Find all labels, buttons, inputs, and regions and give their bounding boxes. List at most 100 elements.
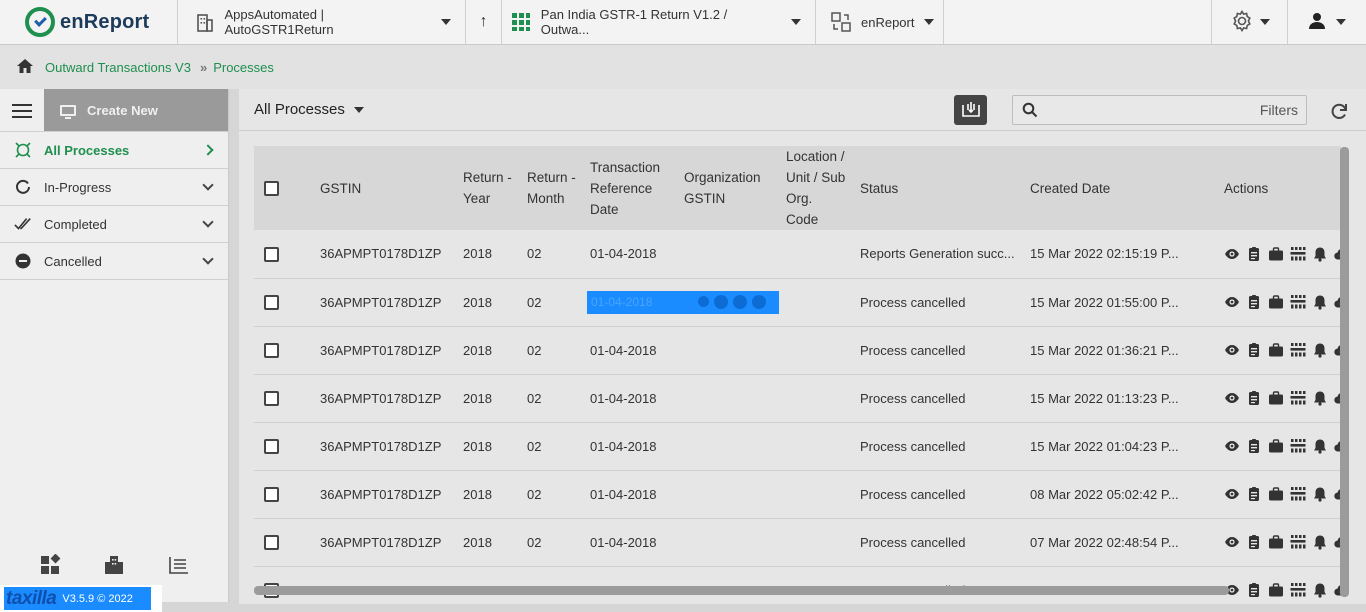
row-select-cell xyxy=(254,470,314,519)
hamburger-menu-icon[interactable] xyxy=(0,89,44,132)
clipboard-icon[interactable] xyxy=(1246,294,1262,310)
create-new-button[interactable]: Create New xyxy=(44,89,228,131)
row-checkbox[interactable] xyxy=(264,439,279,455)
row-checkbox[interactable] xyxy=(264,246,279,262)
workflow-icon[interactable] xyxy=(1290,390,1306,406)
workflow-icon[interactable] xyxy=(1290,534,1306,550)
row-checkbox[interactable] xyxy=(264,295,279,311)
bell-icon[interactable] xyxy=(1312,246,1328,262)
bell-icon[interactable] xyxy=(1312,486,1328,502)
cell-location xyxy=(780,230,854,279)
cell-actions xyxy=(1218,278,1341,327)
sidebar-item-cancelled[interactable]: Cancelled xyxy=(0,243,228,280)
cell-ref-date: 01-04-2018 xyxy=(584,374,678,423)
clipboard-icon[interactable] xyxy=(1246,390,1262,406)
workflow-icon[interactable] xyxy=(1290,294,1306,310)
view-icon[interactable] xyxy=(1224,246,1240,262)
column-header-gstin[interactable]: GSTIN xyxy=(314,146,457,230)
briefcase-icon[interactable] xyxy=(1268,342,1284,358)
column-header-month[interactable]: Return - Month xyxy=(521,146,584,230)
refresh-icon[interactable] xyxy=(1329,101,1349,121)
process-filter-dropdown[interactable]: All Processes xyxy=(254,101,364,118)
breadcrumb-item[interactable]: Processes xyxy=(213,60,274,75)
view-icon[interactable] xyxy=(1224,438,1240,454)
view-icon[interactable] xyxy=(1224,486,1240,502)
briefcase-icon[interactable] xyxy=(1268,294,1284,310)
briefcase-icon[interactable] xyxy=(1268,438,1284,454)
bell-icon[interactable] xyxy=(1312,438,1328,454)
sidebar-item-completed[interactable]: Completed xyxy=(0,206,228,243)
clipboard-icon[interactable] xyxy=(1246,534,1262,550)
column-header-ref-date[interactable]: Transaction Reference Date xyxy=(584,146,678,230)
sidebar-item-in-progress[interactable]: In-Progress xyxy=(0,169,228,206)
filters-link[interactable]: Filters xyxy=(1260,102,1298,118)
briefcase-icon[interactable] xyxy=(1268,246,1284,262)
table-row[interactable]: 36APMPT0178D1ZP20180201-04-2018Process c… xyxy=(254,326,1341,375)
row-checkbox[interactable] xyxy=(264,343,279,359)
sidebar-item-all-processes[interactable]: All Processes xyxy=(0,132,228,169)
logo[interactable]: enReport xyxy=(0,0,178,45)
column-header-status[interactable]: Status xyxy=(854,146,1024,230)
row-checkbox[interactable] xyxy=(264,535,279,551)
table-row[interactable]: 36APMPT0178D1ZP 2018 02 01-04-2018 Reports G… xyxy=(254,230,1341,279)
transfer-icon xyxy=(830,11,852,33)
table-row[interactable]: 36APMPT0178D1ZP20180201-04-2018Process c… xyxy=(254,278,1341,327)
cell-location xyxy=(780,326,854,375)
table-row[interactable]: 36APMPT0178D1ZP20180201-04-2018Process c… xyxy=(254,470,1341,519)
column-header-year[interactable]: Return - Year xyxy=(457,146,521,230)
user-menu[interactable] xyxy=(1288,0,1366,45)
process-selector[interactable]: Pan India GSTR-1 Return V1.2 / Outwa... xyxy=(502,0,816,45)
arrow-up-icon[interactable]: ↑ xyxy=(466,0,502,45)
briefcase-icon[interactable] xyxy=(1268,486,1284,502)
view-icon[interactable] xyxy=(1224,534,1240,550)
app-selector[interactable]: AppsAutomated | AutoGSTR1Return xyxy=(178,0,466,45)
column-header-location[interactable]: Location / Unit / Sub Org. Code xyxy=(780,146,854,230)
organization-icon[interactable] xyxy=(103,554,125,576)
dashboard-icon[interactable] xyxy=(39,553,61,576)
row-checkbox[interactable] xyxy=(264,391,279,407)
report-list-icon[interactable] xyxy=(168,554,190,576)
clipboard-icon[interactable] xyxy=(1246,486,1262,502)
search-icon xyxy=(1022,102,1038,118)
workflow-icon[interactable] xyxy=(1290,342,1306,358)
cell-org-gstin xyxy=(678,518,780,567)
workflow-icon[interactable] xyxy=(1290,486,1306,502)
cell-status: Process cancelled xyxy=(854,278,1024,327)
horizontal-scrollbar[interactable] xyxy=(254,586,1339,595)
bell-icon[interactable] xyxy=(1312,294,1328,310)
clipboard-icon[interactable] xyxy=(1246,246,1262,262)
column-header-created[interactable]: Created Date xyxy=(1024,146,1218,230)
table-row[interactable]: 36APMPT0178D1ZP20180201-04-2018Process c… xyxy=(254,422,1341,471)
settings-button[interactable] xyxy=(1212,0,1288,45)
view-icon[interactable] xyxy=(1224,294,1240,310)
view-icon[interactable] xyxy=(1224,342,1240,358)
select-all-checkbox[interactable] xyxy=(264,181,279,197)
search-input[interactable] xyxy=(1038,96,1260,124)
briefcase-icon[interactable] xyxy=(1268,390,1284,406)
app-selector-label: AppsAutomated | AutoGSTR1Return xyxy=(224,7,334,37)
table-row[interactable]: 36APMPT0178D1ZP20180201-04-2018Process c… xyxy=(254,374,1341,423)
clipboard-icon[interactable] xyxy=(1246,438,1262,454)
table-row[interactable]: 36APMPT0178D1ZP20180201-04-2018Process c… xyxy=(254,518,1341,567)
vertical-scrollbar[interactable] xyxy=(1340,147,1349,597)
home-icon[interactable] xyxy=(16,58,34,77)
report-selector[interactable]: enReport xyxy=(816,0,944,45)
workflow-icon[interactable] xyxy=(1290,438,1306,454)
workflow-icon[interactable] xyxy=(1290,246,1306,262)
scrollbar-thumb[interactable] xyxy=(254,586,1229,595)
process-filter-label: All Processes xyxy=(254,101,345,118)
bell-icon[interactable] xyxy=(1312,342,1328,358)
cell-year: 2018 xyxy=(457,278,521,327)
export-button[interactable] xyxy=(954,95,987,125)
breadcrumb-item[interactable]: Outward Transactions V3 xyxy=(45,60,191,75)
briefcase-icon[interactable] xyxy=(1268,534,1284,550)
column-header-actions: Actions xyxy=(1218,146,1341,230)
bell-icon[interactable] xyxy=(1312,534,1328,550)
cell-month: 02 xyxy=(521,230,584,279)
clipboard-icon[interactable] xyxy=(1246,342,1262,358)
view-icon[interactable] xyxy=(1224,390,1240,406)
row-checkbox[interactable] xyxy=(264,487,279,503)
scrollbar-thumb[interactable] xyxy=(1340,147,1349,597)
column-header-org-gstin[interactable]: Organization GSTIN xyxy=(678,146,780,230)
bell-icon[interactable] xyxy=(1312,390,1328,406)
